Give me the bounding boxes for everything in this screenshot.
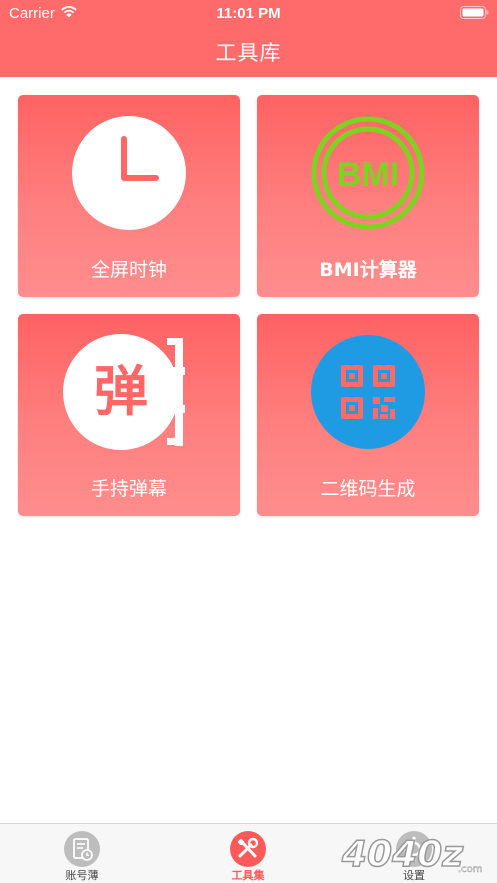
watermark-text: 4040z xyxy=(341,834,464,875)
bmi-icon-text: BMI xyxy=(337,156,399,194)
tool-card-handheld-danmu[interactable]: 弹 手持弹幕 xyxy=(18,314,240,516)
tool-label: 二维码生成 xyxy=(320,478,416,500)
watermark-suffix: .com xyxy=(458,864,483,875)
tab-label: 账号薄 xyxy=(65,869,99,882)
status-time: 11:01 PM xyxy=(216,5,281,22)
tool-label: 手持弹幕 xyxy=(90,478,167,500)
battery-icon xyxy=(460,6,489,19)
page-title: 工具库 xyxy=(215,41,282,65)
tool-label: BMI计算器 xyxy=(319,259,417,281)
danmu-icon: 弹 xyxy=(63,334,185,450)
ledger-icon xyxy=(64,831,100,867)
tool-label: 全屏时钟 xyxy=(90,259,167,281)
tools-icon xyxy=(230,831,266,867)
site-watermark: 4040z .com xyxy=(340,833,483,876)
status-bar: Carrier 11:01 PM xyxy=(0,0,497,26)
tab-tools[interactable]: 工具集 xyxy=(188,824,308,883)
tool-card-fullscreen-clock[interactable]: 全屏时钟 xyxy=(18,95,240,297)
navigation-header: Carrier 11:01 PM 工具库 xyxy=(0,0,497,77)
tool-card-bmi-calculator[interactable]: BMI BMI计算器 xyxy=(257,95,479,297)
tool-card-qr-generator[interactable]: 二维码生成 xyxy=(257,314,479,516)
bmi-icon: BMI xyxy=(311,116,425,230)
clock-icon xyxy=(72,116,186,230)
tab-label: 工具集 xyxy=(231,869,265,882)
tab-accounts[interactable]: 账号薄 xyxy=(22,824,142,883)
danmu-icon-text: 弹 xyxy=(94,360,148,423)
qr-code-icon xyxy=(311,335,425,449)
